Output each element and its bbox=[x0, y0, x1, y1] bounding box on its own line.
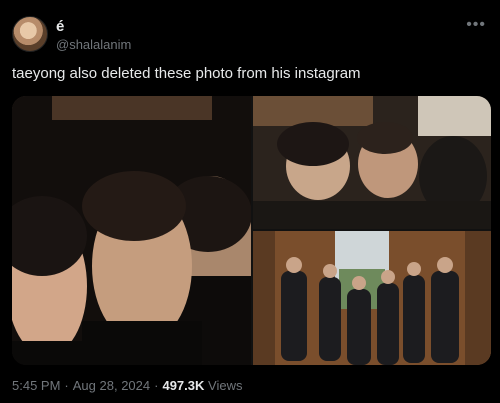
more-icon[interactable]: ••• bbox=[466, 16, 486, 34]
display-name[interactable]: é bbox=[56, 18, 131, 36]
tweet-meta: 5:45 PM · Aug 28, 2024 · 497.3K Views bbox=[12, 378, 242, 393]
photo-hug-art bbox=[253, 96, 491, 229]
author-names: é @shalalanim bbox=[56, 18, 131, 53]
photo-closeup-three-faces[interactable] bbox=[12, 96, 251, 365]
tweet-date[interactable]: Aug 28, 2024 bbox=[73, 378, 150, 393]
avatar[interactable] bbox=[12, 16, 48, 52]
photo-friends-hug[interactable] bbox=[253, 96, 491, 229]
handle[interactable]: @shalalanim bbox=[56, 37, 131, 53]
views-count[interactable]: 497.3K bbox=[162, 378, 204, 393]
tweet-text: taeyong also deleted these photo from hi… bbox=[12, 65, 361, 82]
tweet-time[interactable]: 5:45 PM bbox=[12, 378, 60, 393]
tweet-header: é @shalalanim ••• bbox=[12, 12, 488, 56]
photo-group[interactable] bbox=[253, 231, 491, 365]
photo-closeup-art bbox=[12, 96, 251, 365]
meta-separator: · bbox=[64, 378, 69, 393]
meta-separator: · bbox=[154, 378, 159, 393]
views-label: Views bbox=[208, 378, 243, 393]
media-grid bbox=[12, 96, 491, 365]
photo-group-art bbox=[253, 231, 491, 365]
